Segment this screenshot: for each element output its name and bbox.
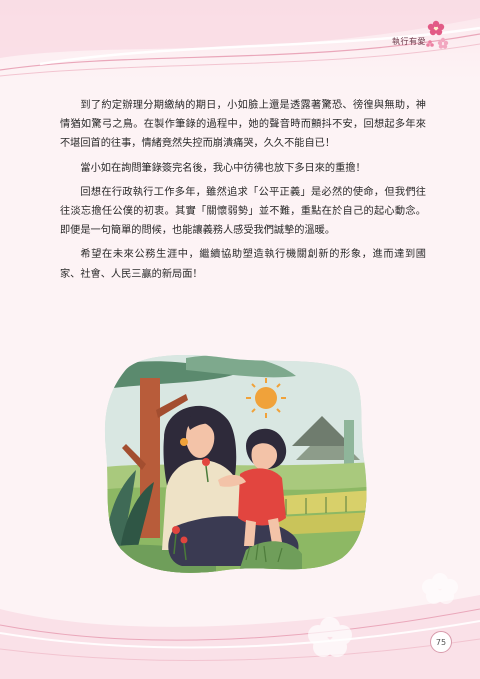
mother-child-illustration xyxy=(104,354,367,573)
section-title: 執行有愛 xyxy=(392,37,426,46)
sakura-icon xyxy=(426,20,449,49)
article-body: 到了約定辦理分期繳納的期日，小如臉上還是透露著驚恐、徬徨與無助，神情猶如驚弓之鳥… xyxy=(60,96,426,289)
paragraph: 當小如在詢問筆錄簽完名後，我心中彷彿也放下多日來的重擔！ xyxy=(80,162,366,174)
document-page: 執行有愛 到了約定辦理分期繳納的期日，小如臉上還是透露著驚恐、徬徨與無助，神情猶… xyxy=(0,0,480,679)
footer-wave-decoration xyxy=(0,573,480,679)
paragraph: 回想在行政執行工作多年，雖然追求「公平正義」是必然的使命，但我們往往淡忘擔任公僕… xyxy=(60,186,426,237)
paragraph: 希望在未來公務生涯中，繼續協助塑造執行機關創新的形象，進而達到國家、社會、人民三… xyxy=(60,249,426,280)
page-number: 75 xyxy=(430,631,452,653)
paragraph: 到了約定辦理分期繳納的期日，小如臉上還是透露著驚恐、徬徨與無助，神情猶如驚弓之鳥… xyxy=(60,100,426,150)
